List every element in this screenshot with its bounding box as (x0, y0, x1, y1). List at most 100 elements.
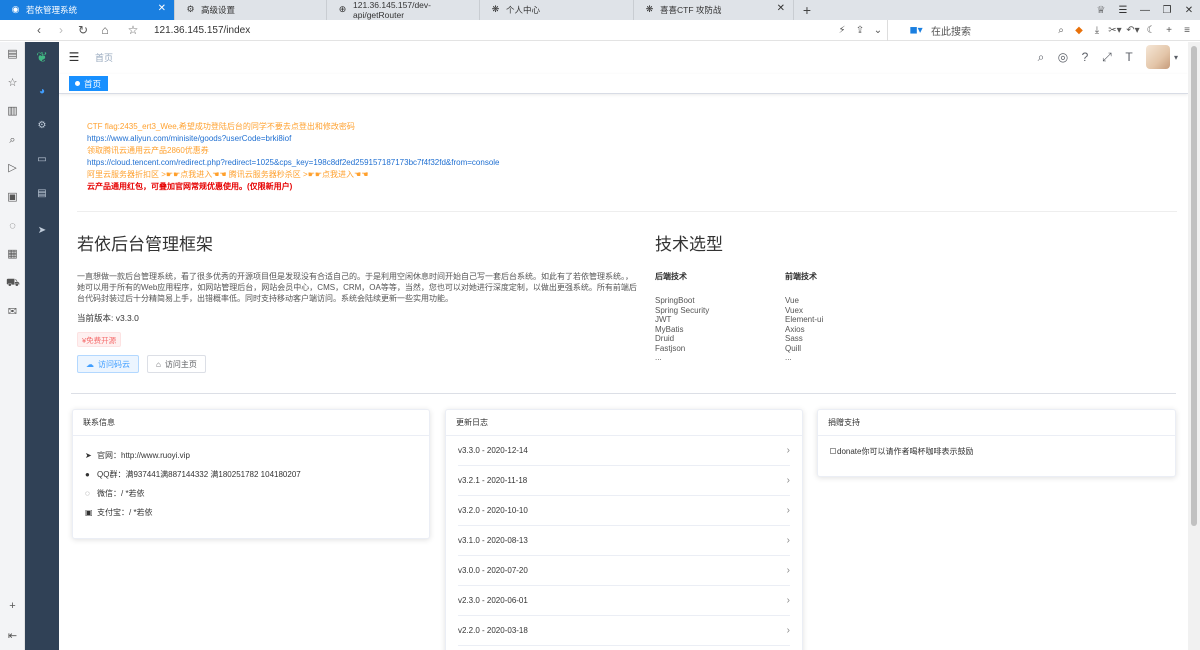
more-menu-icon[interactable]: ≡ (1178, 20, 1196, 41)
tech-item: JWT (655, 315, 672, 324)
gear-icon: ❋ (491, 4, 500, 14)
chat-icon[interactable]: ◌ (6, 220, 19, 233)
address-bar: ‹ › ↻ ⌂ ☆ 121.36.145.157/index ⚡ ⇪ ⌄ ◼▾ … (0, 20, 1200, 41)
fullscreen-icon[interactable]: ⤢ (1096, 42, 1118, 72)
reload-icon[interactable]: ↻ (72, 20, 94, 41)
free-badge: ¥免费开源 (77, 332, 122, 347)
scrollbar-thumb[interactable] (1191, 46, 1197, 526)
dev-tools-icon[interactable]: ▣ (6, 191, 19, 204)
broken-image-icon (830, 448, 836, 454)
intro-section: 若依后台管理框架 一直想做一款后台管理系统，看了很多优秀的开源项目但是发现没有合… (77, 230, 637, 373)
caret-down-icon[interactable]: ▾ (1174, 53, 1178, 62)
question-icon[interactable]: ? (1074, 42, 1096, 72)
download-icon[interactable]: ⤓ (1088, 20, 1106, 41)
add-icon[interactable]: + (6, 600, 19, 613)
tech-item: Axios (785, 324, 805, 334)
lightning-icon[interactable]: ⚡ (833, 20, 851, 41)
contact-card: 联系信息 ➤ 官网：http://www.ruoyi.vip ● QQ群：满93… (72, 409, 430, 539)
breadcrumb[interactable]: 首页 (95, 51, 113, 64)
tech-item: ... (655, 353, 662, 362)
close-window-icon[interactable]: ✕ (1178, 0, 1200, 20)
changelog-item[interactable]: v3.2.0 - 2020-10-10 › (458, 496, 790, 526)
plus-icon[interactable]: + (1160, 20, 1178, 41)
restore-icon[interactable]: ❐ (1156, 0, 1178, 20)
tech-item: Element-ui (785, 315, 824, 324)
minimize-icon[interactable]: — (1134, 0, 1156, 20)
mail-icon[interactable]: ✉ (6, 306, 19, 319)
close-icon[interactable]: ✕ (158, 3, 166, 14)
favorites-icon[interactable]: ☆ (6, 77, 19, 90)
home-icon[interactable]: ⌂ (94, 20, 116, 41)
tab-advanced-settings[interactable]: ⚙ 高级设置 (175, 0, 327, 20)
share-icon[interactable]: ⇪ (851, 20, 869, 41)
notice-link[interactable]: https://cloud.tencent.com/redirect.php?r… (87, 157, 1167, 169)
menu-item-monitor[interactable]: ▭ (35, 153, 49, 167)
visit-home-button[interactable]: ⌂ 访问主页 (147, 355, 206, 373)
contact-row: ● QQ群：满937441满887144332 满180251782 10418… (85, 470, 301, 479)
avatar[interactable] (1145, 45, 1170, 69)
menu-item-home[interactable]: ◕ (35, 85, 49, 99)
send-icon: ➤ (85, 451, 92, 460)
undo-icon[interactable]: ↶▾ (1124, 20, 1142, 41)
url-field[interactable]: 121.36.145.157/index (154, 25, 250, 36)
notes-icon[interactable]: ▦ (6, 248, 19, 261)
visit-gitee-button[interactable]: ☁ 访问码云 (77, 355, 139, 373)
font-size-icon[interactable]: T (1118, 42, 1140, 72)
video-icon[interactable]: ▷ (6, 162, 19, 175)
collapse-sidebar-icon[interactable]: ⇤ (6, 630, 19, 643)
tags-view: 首页 (59, 74, 1188, 94)
tag-home[interactable]: 首页 (69, 76, 109, 91)
search-icon[interactable]: ⌕ (1030, 42, 1052, 72)
app-main: ☰ 首页 ⌕ ◎ ? ⤢ T ▾ 首页 CTF flag:2435_ert3_W… (59, 42, 1188, 650)
changelog-card-title: 更新日志 (446, 410, 802, 436)
hamburger-icon[interactable]: ☰ (59, 42, 89, 72)
new-tab-button[interactable]: + (794, 0, 820, 20)
changelog-item[interactable]: v3.0.0 - 2020-07-20 › (458, 556, 790, 586)
cart-icon[interactable]: ⛟ (6, 277, 20, 290)
book-icon[interactable]: ▥ (6, 105, 19, 118)
changelog-item[interactable]: v3.2.1 - 2020-11-18 › (458, 466, 790, 496)
search-input[interactable]: ◼▾ 在此搜索 (887, 20, 992, 41)
reader-icon[interactable]: ▤ (6, 48, 19, 61)
backend-title: 后端技术 (655, 272, 687, 281)
menu-item-tool[interactable]: ▤ (35, 187, 49, 201)
chevron-right-icon: › (786, 445, 790, 456)
back-icon[interactable]: ‹ (28, 20, 50, 41)
menu-item-site[interactable]: ➤ (35, 224, 49, 238)
notice-block: CTF flag:2435_ert3_Wee,希望成功登陆后台的同学不要去点登出… (77, 110, 1177, 212)
search-icon[interactable]: ⌕ (1052, 20, 1070, 41)
close-icon[interactable]: ✕ (777, 3, 785, 14)
notice-link[interactable]: https://www.aliyun.com/minisite/goods?us… (87, 133, 1167, 145)
notice-promo-links[interactable]: 阿里云服务器折扣区 >☛☛点我进入☚☚ 腾讯云服务器秒杀区 >☛☛点我进入☚☚ (87, 169, 1167, 181)
page-icon: ⊕ (338, 4, 347, 14)
search-engine-icon: ◼▾ (909, 25, 923, 36)
version-label: 当前版本: v3.3.0 (77, 313, 139, 323)
scissors-icon[interactable]: ✂▾ (1106, 20, 1124, 41)
tab-get-router[interactable]: ⊕ 121.36.145.157/dev-api/getRouter (327, 0, 480, 20)
github-icon[interactable]: ◎ (1052, 42, 1074, 72)
moon-icon[interactable]: ☾ (1142, 20, 1160, 41)
changelog-item[interactable]: v2.2.0 - 2020-03-18 › (458, 616, 790, 646)
tech-item: MyBatis (655, 324, 684, 334)
tab-profile[interactable]: ❋ 个人中心 (480, 0, 634, 20)
menu-icon[interactable]: ☰ (1112, 0, 1134, 20)
search-icon[interactable]: ⌕ (6, 134, 19, 147)
tech-item: Spring Security (655, 305, 710, 315)
star-icon[interactable]: ☆ (122, 20, 144, 41)
frontend-column: 前端技术 Vue Vuex Element-ui Axios Sass Quil… (785, 271, 915, 363)
tab-ruoyi[interactable]: ◉ 若依管理系统 ✕ (0, 0, 175, 20)
donate-image: donate你可以请作者喝杯咖啡表示鼓励 (818, 436, 1175, 467)
menu-item-system[interactable]: ⚙ (35, 119, 49, 133)
page-scrollbar[interactable] (1188, 42, 1200, 650)
contact-row: ➤ 官网：http://www.ruoyi.vip (85, 451, 190, 460)
frontend-title: 前端技术 (785, 272, 817, 281)
shirt-icon[interactable]: ♕ (1090, 0, 1112, 20)
forward-icon[interactable]: › (50, 20, 72, 41)
chevron-down-icon[interactable]: ⌄ (869, 20, 887, 41)
game-icon[interactable]: ◆ (1070, 20, 1088, 41)
tab-ctf[interactable]: ❋ 喜喜CTF 攻防战 ✕ (634, 0, 794, 20)
navbar-tools: ⌕ ◎ ? ⤢ T ▾ (1030, 42, 1178, 72)
changelog-item[interactable]: v3.3.0 - 2020-12-14 › (458, 436, 790, 466)
changelog-item[interactable]: v3.1.0 - 2020-08-13 › (458, 526, 790, 556)
changelog-item[interactable]: v2.3.0 - 2020-06-01 › (458, 586, 790, 616)
